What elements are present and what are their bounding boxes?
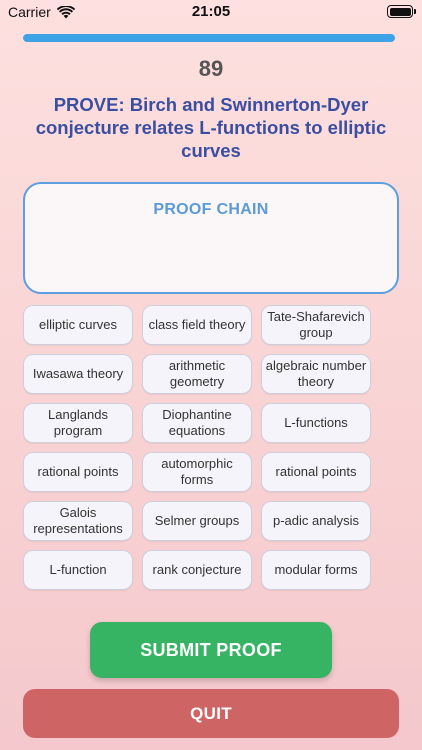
quit-button[interactable]: QUIT [23, 689, 399, 738]
term-tile[interactable]: arithmetic geometry [142, 354, 252, 394]
term-tile[interactable]: rational points [261, 452, 371, 492]
submit-proof-button[interactable]: SUBMIT PROOF [90, 622, 332, 678]
proof-chain-title: PROOF CHAIN [153, 201, 269, 218]
score-counter: 89 [198, 56, 224, 81]
battery-icon [387, 5, 416, 18]
status-time: 21:05 [191, 3, 231, 20]
question-text: PROVE: Birch and Swinnerton-Dyer conject… [35, 94, 387, 161]
progress-fill [23, 34, 395, 42]
term-tile[interactable]: rank conjecture [142, 550, 252, 590]
term-tile[interactable]: Langlands program [23, 403, 133, 443]
term-tile[interactable]: modular forms [261, 550, 371, 590]
term-tile[interactable]: L-function [23, 550, 133, 590]
term-tile[interactable]: elliptic curves [23, 305, 133, 345]
term-tile[interactable]: Iwasawa theory [23, 354, 133, 394]
term-tile[interactable]: class field theory [142, 305, 252, 345]
term-tile[interactable]: rational points [23, 452, 133, 492]
term-tile[interactable]: algebraic number theory [261, 354, 371, 394]
term-grid: elliptic curves class field theory Tate-… [23, 305, 375, 590]
term-tile[interactable]: p-adic analysis [261, 501, 371, 541]
proof-chain-dropzone[interactable]: PROOF CHAIN [23, 182, 399, 294]
term-tile[interactable]: automorphic forms [142, 452, 252, 492]
term-tile[interactable]: Selmer groups [142, 501, 252, 541]
progress-bar [23, 34, 395, 42]
term-tile[interactable]: Galois representations [23, 501, 133, 541]
term-tile[interactable]: L-functions [261, 403, 371, 443]
term-tile[interactable]: Tate-Shafarevich group [261, 305, 371, 345]
status-bar: Carrier 21:05 [0, 0, 422, 24]
term-tile[interactable]: Diophantine equations [142, 403, 252, 443]
